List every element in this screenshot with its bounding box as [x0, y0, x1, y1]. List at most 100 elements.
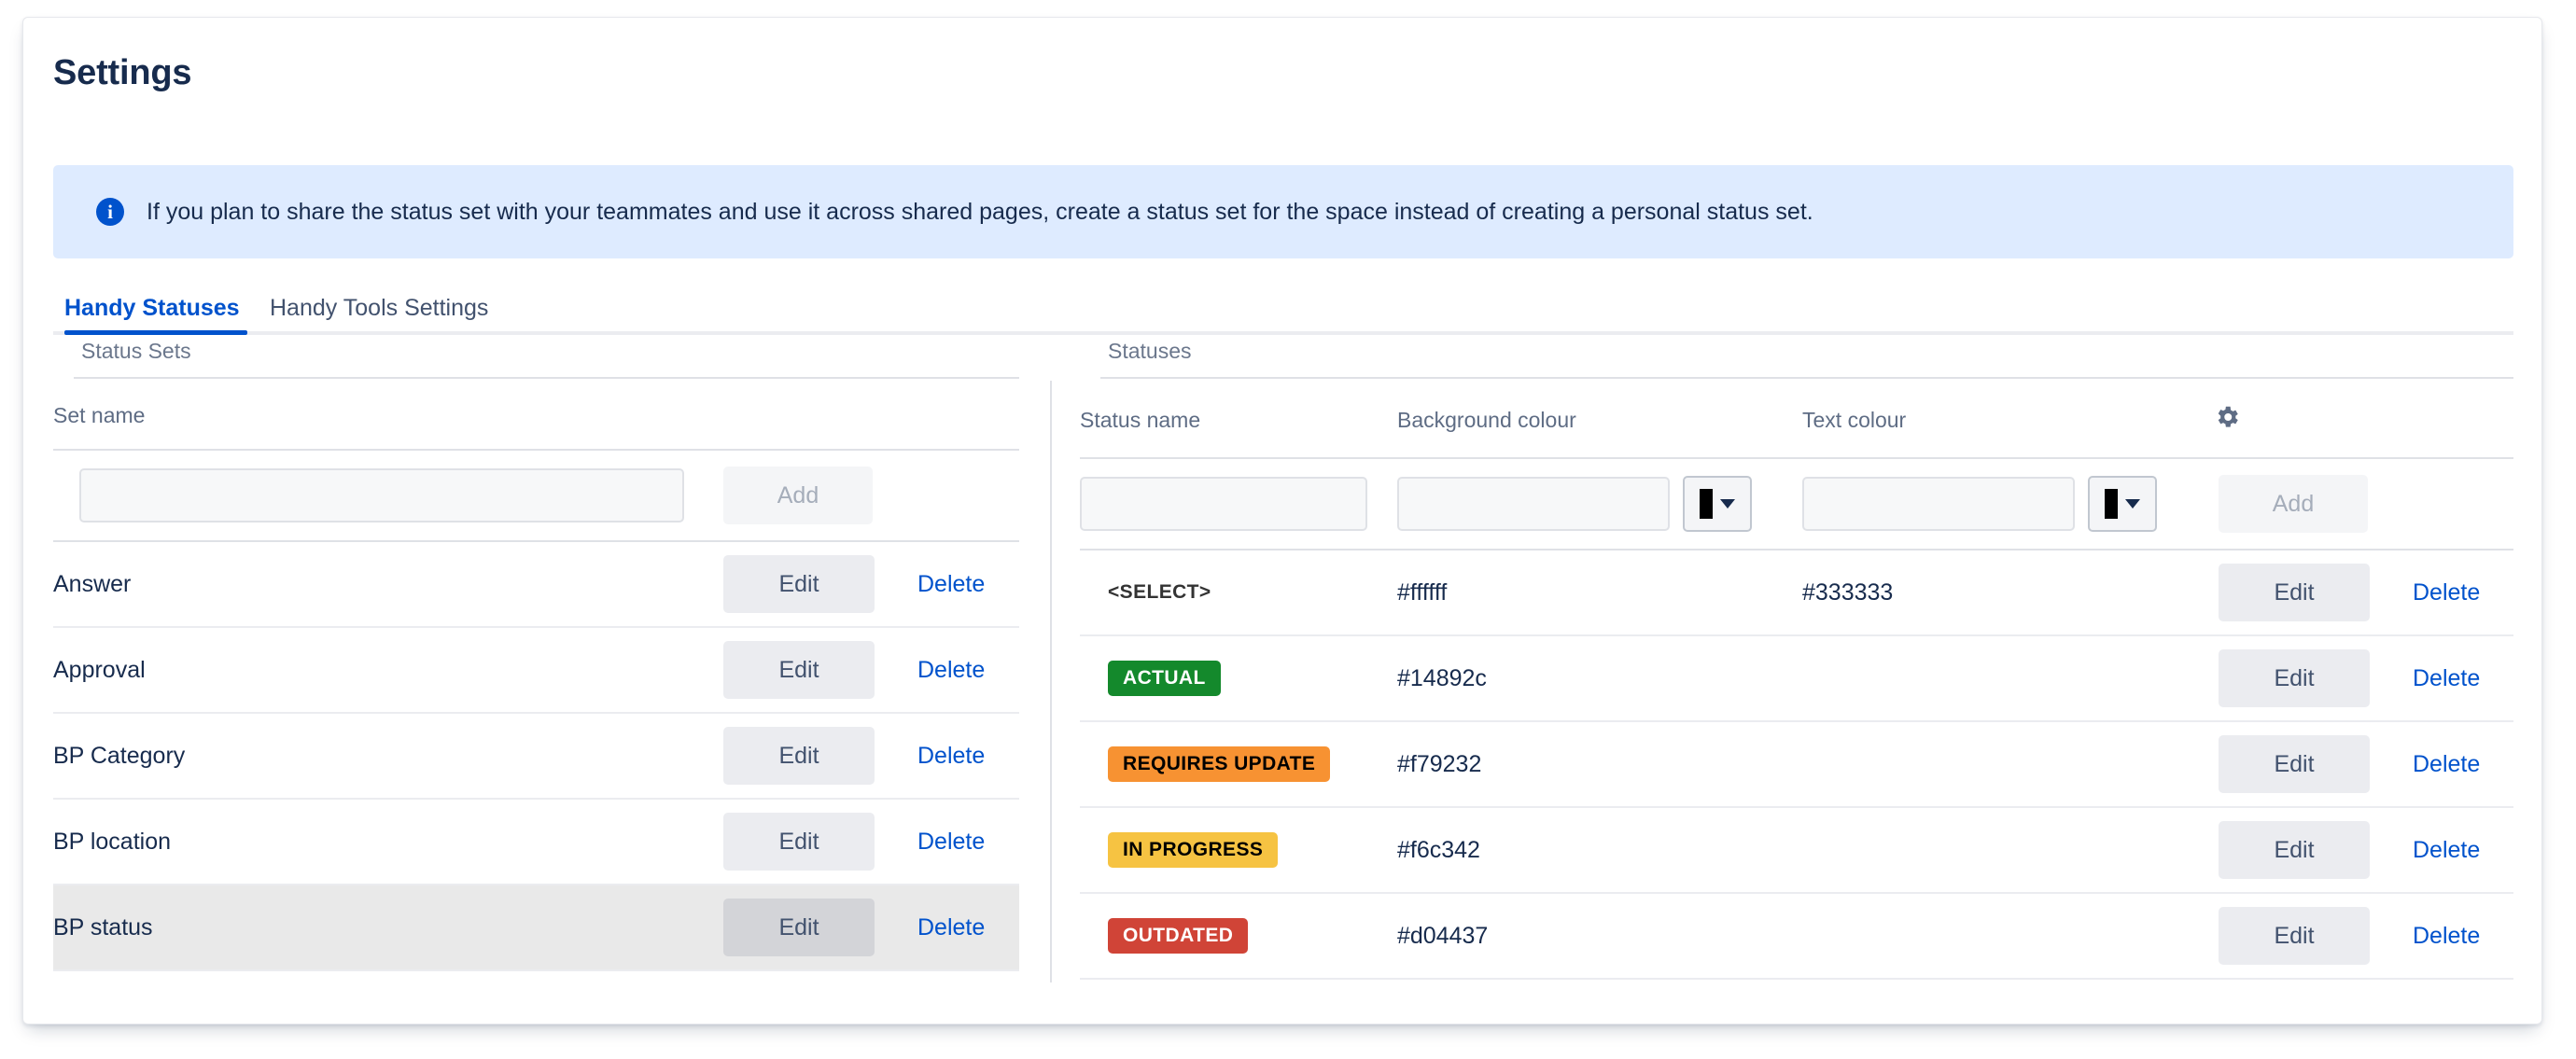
set-row-actions: Edit Delete	[707, 641, 1019, 699]
tab-handy-tools-settings[interactable]: Handy Tools Settings	[270, 295, 488, 322]
edit-status-button[interactable]: Edit	[2219, 907, 2370, 965]
set-actions-cell: Edit Delete	[707, 627, 1019, 714]
set-add-actions: Add	[707, 467, 1019, 524]
set-name-cell: Approval	[53, 627, 707, 714]
gear-icon[interactable]	[2213, 403, 2241, 437]
edit-status-button[interactable]: Edit	[2219, 564, 2370, 621]
status-badge: IN PROGRESS	[1108, 832, 1279, 868]
text-colour-input-cell	[1802, 458, 2207, 550]
delete-status-set-link[interactable]: Delete	[917, 657, 985, 684]
background-colour-picker[interactable]	[1683, 476, 1752, 532]
status-text-colour-cell	[1802, 721, 2207, 808]
set-name-input[interactable]	[79, 468, 684, 523]
col-background-colour: Background colour	[1397, 379, 1802, 459]
delete-status-set-link[interactable]: Delete	[917, 743, 985, 770]
status-sets-section-label: Status Sets	[81, 339, 191, 363]
set-name-input-cell	[53, 450, 707, 542]
table-row[interactable]: <SELECT> #ffffff #333333 Edit Delete	[1080, 550, 2513, 636]
status-background-colour-cell: #ffffff	[1397, 550, 1802, 636]
status-sets-new-row: Add	[53, 450, 1019, 542]
table-row[interactable]: REQUIRES UPDATE #f79232 Edit Delete	[1080, 721, 2513, 808]
delete-status-set-link[interactable]: Delete	[917, 571, 985, 598]
text-colour-picker[interactable]	[2088, 476, 2157, 532]
edit-status-button[interactable]: Edit	[2219, 821, 2370, 879]
set-actions-cell: Edit Delete	[707, 799, 1019, 885]
table-row[interactable]: ACTUAL #14892c Edit Delete	[1080, 635, 2513, 722]
tab-active-indicator	[64, 330, 247, 335]
status-name-input-cell	[1080, 458, 1397, 550]
delete-status-link[interactable]: Delete	[2413, 579, 2480, 606]
edit-status-button[interactable]: Edit	[2219, 649, 2370, 707]
status-row-actions: Edit Delete	[2207, 649, 2513, 707]
delete-status-link[interactable]: Delete	[2413, 837, 2480, 864]
add-status-set-button[interactable]: Add	[723, 467, 873, 524]
edit-status-set-button[interactable]: Edit	[723, 899, 875, 956]
delete-status-set-link[interactable]: Delete	[917, 914, 985, 941]
colour-swatch-icon	[2105, 489, 2118, 519]
status-name-input[interactable]	[1080, 477, 1367, 531]
set-name-cell: Answer	[53, 541, 707, 628]
status-badge: OUTDATED	[1108, 918, 1249, 954]
info-banner-text: If you plan to share the status set with…	[147, 199, 1813, 225]
status-sets-panel: Status Sets Set name Add Answer Edit Del…	[53, 339, 1019, 971]
status-background-colour-cell: #14892c	[1397, 635, 1802, 722]
edit-status-set-button[interactable]: Edit	[723, 641, 875, 699]
status-add-actions: Add	[2207, 475, 2513, 533]
edit-status-button[interactable]: Edit	[2219, 735, 2370, 793]
panel-divider	[1050, 381, 1052, 982]
set-row-actions: Edit Delete	[707, 727, 1019, 785]
background-colour-input[interactable]	[1397, 476, 1670, 531]
status-background-colour-cell: #d04437	[1397, 893, 1802, 980]
colour-swatch-icon	[1700, 489, 1713, 519]
page-title: Settings	[53, 53, 192, 92]
set-add-cell: Add	[707, 450, 1019, 542]
set-row-actions: Edit Delete	[707, 555, 1019, 613]
table-row-selected[interactable]: BP status Edit Delete	[53, 885, 1019, 971]
status-badge-cell: <SELECT>	[1080, 550, 1397, 636]
settings-panels: Status Sets Set name Add Answer Edit Del…	[53, 339, 2513, 982]
status-actions-cell: Edit Delete	[2207, 807, 2513, 894]
table-row[interactable]: BP location Edit Delete	[53, 799, 1019, 885]
col-set-name: Set name	[53, 379, 707, 451]
tab-handy-statuses[interactable]: Handy Statuses	[64, 295, 240, 322]
status-badge-cell: ACTUAL	[1080, 635, 1397, 722]
col-text-colour: Text colour	[1802, 379, 2207, 459]
status-badge-wrap: <SELECT>	[1080, 575, 1397, 610]
tab-bar: Handy Statuses Handy Tools Settings	[53, 281, 2513, 335]
screenshot-root: Settings i If you plan to share the stat…	[0, 0, 2576, 1059]
status-background-colour-cell: #f79232	[1397, 721, 1802, 808]
delete-status-link[interactable]: Delete	[2413, 923, 2480, 950]
col-status-name: Status name	[1080, 379, 1397, 459]
set-name-cell: BP location	[53, 799, 707, 885]
status-row-actions: Edit Delete	[2207, 907, 2513, 965]
table-row[interactable]: BP Category Edit Delete	[53, 713, 1019, 800]
add-status-button[interactable]: Add	[2219, 475, 2368, 533]
set-actions-cell: Edit Delete	[707, 541, 1019, 628]
status-background-colour-cell: #f6c342	[1397, 807, 1802, 894]
col-set-actions	[707, 379, 1019, 451]
status-row-actions: Edit Delete	[2207, 735, 2513, 793]
table-row[interactable]: Answer Edit Delete	[53, 541, 1019, 628]
delete-status-set-link[interactable]: Delete	[917, 829, 985, 856]
status-actions-cell: Edit Delete	[2207, 550, 2513, 636]
status-text-colour-cell	[1802, 893, 2207, 980]
text-colour-input[interactable]	[1802, 476, 2075, 531]
status-row-actions: Edit Delete	[2207, 821, 2513, 879]
edit-status-set-button[interactable]: Edit	[723, 727, 875, 785]
table-row[interactable]: IN PROGRESS #f6c342 Edit Delete	[1080, 807, 2513, 894]
status-sets-header-row: Set name	[53, 379, 1019, 451]
status-badge-wrap: OUTDATED	[1080, 918, 1397, 954]
edit-status-set-button[interactable]: Edit	[723, 555, 875, 613]
status-add-cell: Add	[2207, 458, 2513, 550]
settings-card: Settings i If you plan to share the stat…	[22, 17, 2542, 1024]
status-badge-wrap: REQUIRES UPDATE	[1080, 746, 1397, 782]
status-badge-cell: OUTDATED	[1080, 893, 1397, 980]
delete-status-link[interactable]: Delete	[2413, 751, 2480, 778]
delete-status-link[interactable]: Delete	[2413, 665, 2480, 692]
table-row[interactable]: OUTDATED #d04437 Edit Delete	[1080, 893, 2513, 980]
status-badge-cell: REQUIRES UPDATE	[1080, 721, 1397, 808]
status-actions-cell: Edit Delete	[2207, 893, 2513, 980]
table-row[interactable]: Approval Edit Delete	[53, 627, 1019, 714]
chevron-down-icon	[2125, 499, 2140, 509]
edit-status-set-button[interactable]: Edit	[723, 813, 875, 871]
